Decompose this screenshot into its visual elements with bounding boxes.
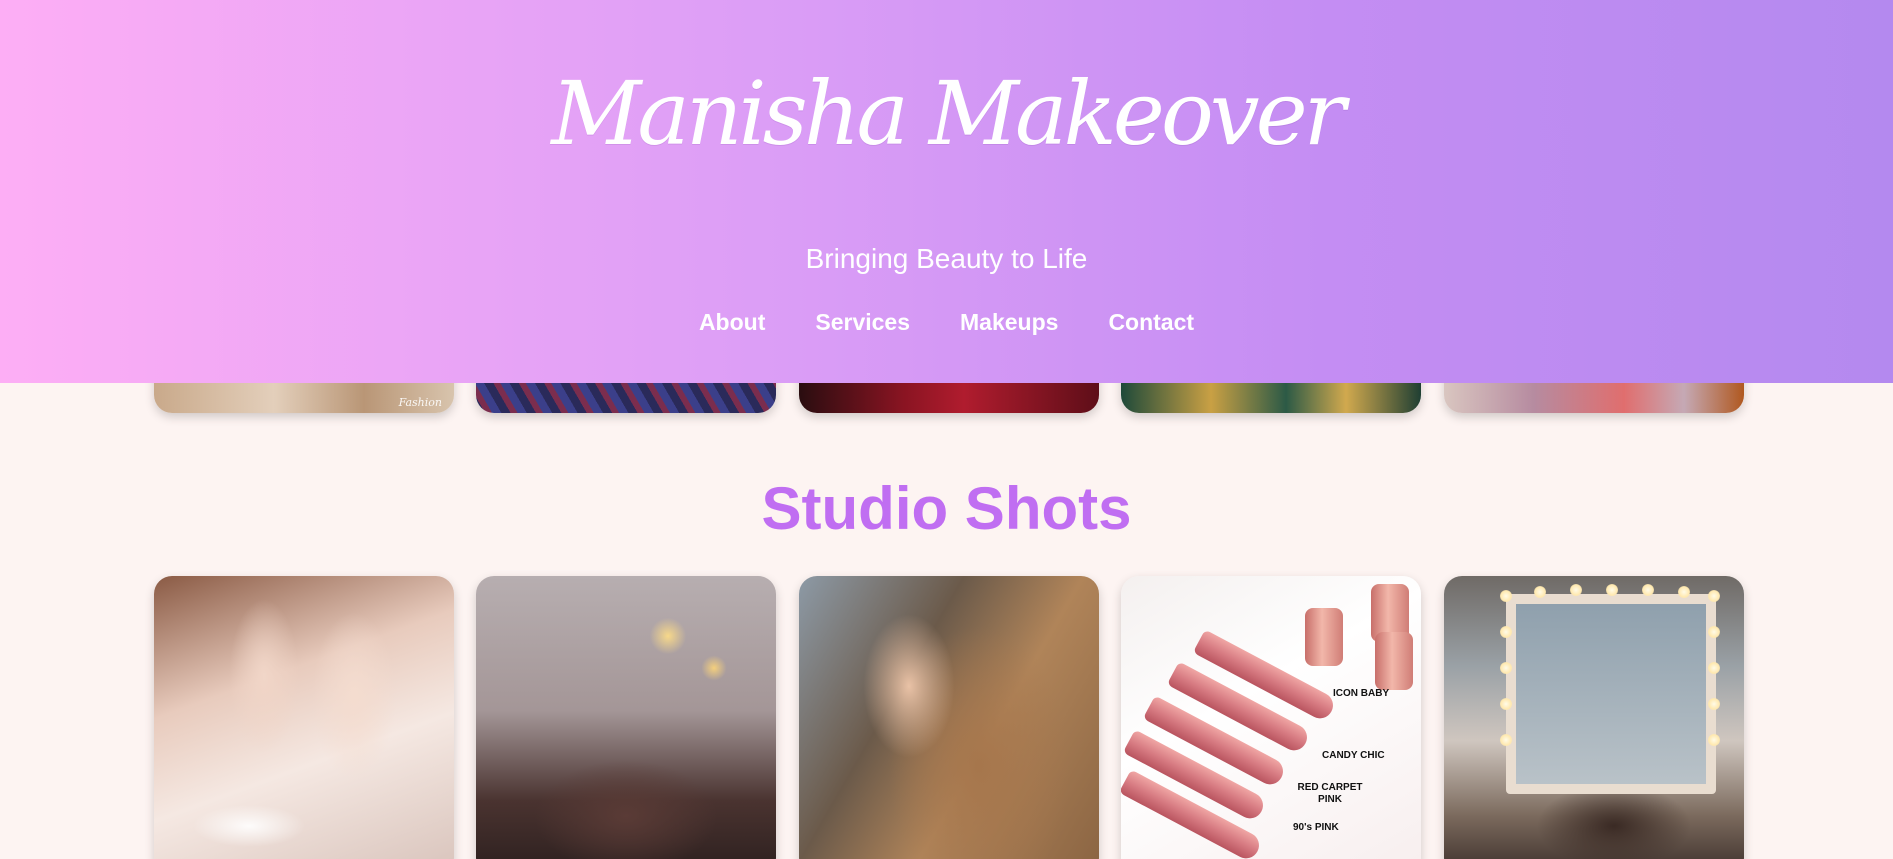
- studio-shot-vanity[interactable]: [1444, 576, 1744, 859]
- vanity-mirror: [1506, 594, 1716, 794]
- mirror-bulb: [1500, 626, 1512, 638]
- studio-shot-hair[interactable]: [799, 576, 1099, 859]
- site-header: Manisha Makeover Bringing Beauty to Life…: [0, 0, 1893, 383]
- studio-shot-lipsticks[interactable]: ICON BABY CANDY CHIC RED CARPET PINK 90'…: [1121, 576, 1421, 859]
- nav-link-makeups[interactable]: Makeups: [960, 309, 1058, 336]
- watermark-text: Fashion: [398, 396, 442, 409]
- mirror-bulb: [1678, 586, 1690, 598]
- mirror-bulb: [1500, 734, 1512, 746]
- brand-logo[interactable]: Manisha Makeover: [0, 62, 1893, 165]
- studio-shot-nails[interactable]: [154, 576, 454, 859]
- mirror-bulb: [1642, 584, 1654, 596]
- section-title: Studio Shots: [761, 475, 1132, 542]
- mirror-bulb: [1708, 626, 1720, 638]
- lipstick-label: ICON BABY: [1333, 688, 1390, 699]
- lipstick-cap: [1375, 632, 1413, 690]
- lipstick-label: CANDY CHIC: [1322, 750, 1385, 761]
- lipstick-cap: [1305, 608, 1343, 666]
- main-nav: About Services Makeups Contact: [0, 309, 1893, 336]
- mirror-bulb: [1500, 662, 1512, 674]
- mirror-bulb: [1708, 734, 1720, 746]
- mirror-bulb: [1708, 698, 1720, 710]
- nav-link-contact[interactable]: Contact: [1108, 309, 1194, 336]
- studio-shot-salon[interactable]: [476, 576, 776, 859]
- tagline: Bringing Beauty to Life: [805, 243, 1088, 274]
- mirror-bulb: [1570, 584, 1582, 596]
- nav-link-about[interactable]: About: [699, 309, 765, 336]
- lipstick-label: RED CARPET PINK: [1297, 782, 1363, 805]
- nav-link-services[interactable]: Services: [815, 309, 910, 336]
- mirror-bulb: [1500, 698, 1512, 710]
- mirror-bulb: [1500, 590, 1512, 602]
- lipstick-label: 90's PINK: [1293, 822, 1339, 833]
- mirror-bulb: [1606, 584, 1618, 596]
- mirror-bulb: [1708, 662, 1720, 674]
- mirror-bulb: [1708, 590, 1720, 602]
- mirror-bulb: [1534, 586, 1546, 598]
